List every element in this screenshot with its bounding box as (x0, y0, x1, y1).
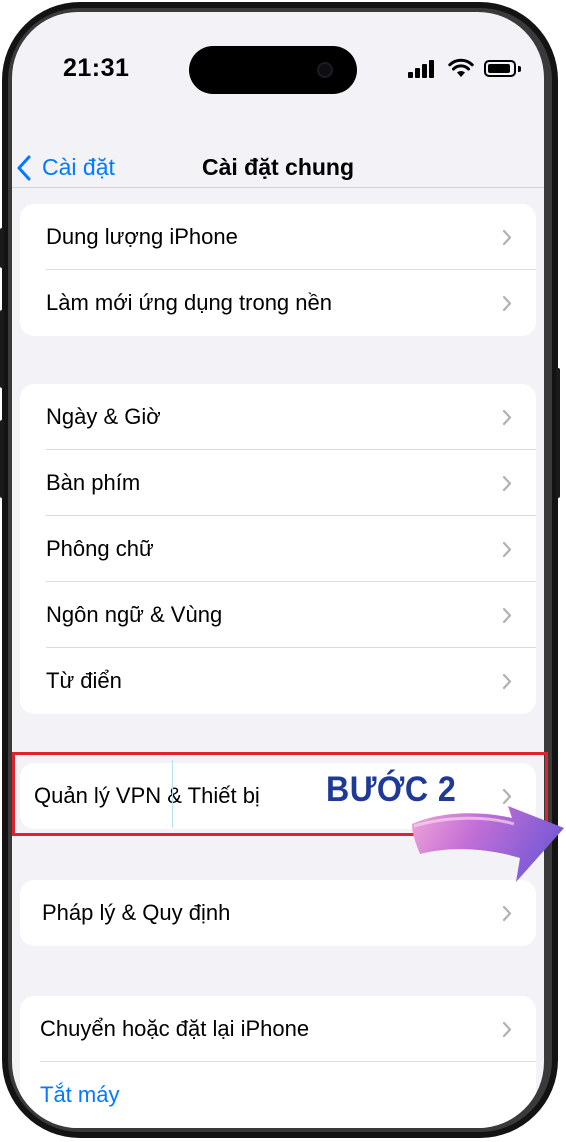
volume-up-button (0, 310, 4, 388)
chevron-right-icon (502, 475, 512, 492)
row-label: Ngôn ngữ & Vùng (46, 602, 223, 627)
screen: 21:31 Cài đặt Cài đặt chung Dung lượng i… (12, 12, 544, 1128)
chevron-right-icon (502, 541, 512, 558)
chevron-right-icon (502, 295, 512, 312)
row-label: Dung lượng iPhone (46, 224, 238, 249)
list-item-keyboard[interactable]: Bàn phím (20, 450, 536, 516)
row-label: Ngày & Giờ (46, 404, 161, 429)
battery-icon (484, 60, 516, 77)
list-item-language-region[interactable]: Ngôn ngữ & Vùng (20, 582, 536, 648)
shut-down-label: Tắt máy (40, 1082, 120, 1107)
step-label: BƯỚC 2 (326, 770, 457, 809)
chevron-right-icon (502, 409, 512, 426)
row-label: Chuyển hoặc đặt lại iPhone (40, 1016, 310, 1041)
chevron-right-icon (502, 607, 512, 624)
row-label: Phông chữ (46, 536, 154, 561)
wifi-icon (448, 58, 474, 77)
list-item-date-time[interactable]: Ngày & Giờ (20, 384, 536, 450)
cellular-signal-icon (408, 60, 438, 78)
list-item-dictionary[interactable]: Từ điển (20, 648, 536, 714)
chevron-right-icon (502, 673, 512, 690)
reset-group: Chuyển hoặc đặt lại iPhone Tắt máy (20, 996, 536, 1128)
power-button (556, 368, 560, 498)
row-label: Từ điển (46, 668, 122, 693)
battery-cap (518, 66, 521, 72)
list-item-background-refresh[interactable]: Làm mới ứng dụng trong nền (20, 270, 536, 336)
arrow-right-icon (412, 806, 564, 882)
status-time: 21:31 (63, 54, 130, 82)
chevron-right-icon (502, 1021, 512, 1038)
navigation-bar: Cài đặt Cài đặt chung (12, 124, 544, 188)
row-label: Làm mới ứng dụng trong nền (46, 290, 332, 315)
list-item-legal-regulatory[interactable]: Pháp lý & Quy định (20, 880, 536, 946)
list-item-transfer-reset[interactable]: Chuyển hoặc đặt lại iPhone (20, 996, 536, 1062)
legal-group: Pháp lý & Quy định (20, 880, 536, 946)
chevron-right-icon (502, 229, 512, 246)
list-item-iphone-storage[interactable]: Dung lượng iPhone (20, 204, 536, 270)
page-title: Cài đặt chung (201, 154, 355, 180)
status-icons (408, 58, 528, 80)
storage-group: Dung lượng iPhone Làm mới ứng dụng trong… (20, 204, 536, 336)
row-label: Pháp lý & Quy định (42, 900, 231, 925)
row-label: Bàn phím (46, 470, 141, 495)
shut-down-link[interactable]: Tắt máy (20, 1062, 536, 1128)
camera-icon (317, 62, 333, 78)
action-button (0, 228, 4, 268)
chevron-right-icon (502, 905, 512, 922)
list-item-fonts[interactable]: Phông chữ (20, 516, 536, 582)
dynamic-island (189, 46, 357, 94)
volume-down-button (0, 420, 4, 498)
locale-group: Ngày & Giờ Bàn phím Phông chữ Ngôn ngữ &… (20, 384, 536, 714)
